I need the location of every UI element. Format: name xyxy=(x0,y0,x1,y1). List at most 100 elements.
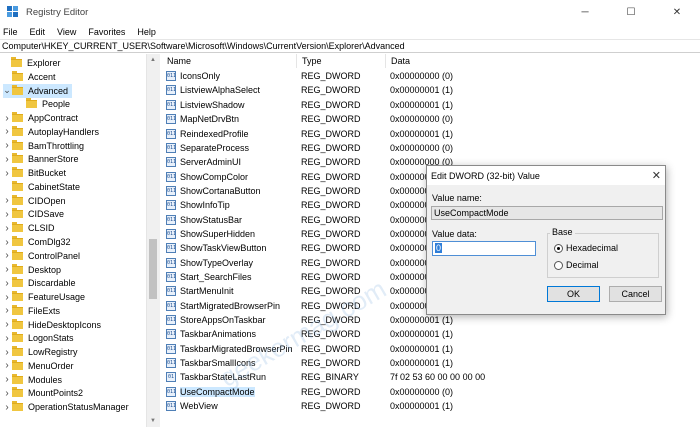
value-name: ServerAdminUI xyxy=(180,157,242,168)
tree-item-bannerstore[interactable]: › BannerStore xyxy=(3,152,83,166)
value-row-reindexedprofile[interactable]: 011 ReindexedProfile REG_DWORD 0x00000001 (… xyxy=(162,126,700,140)
value-row-separateprocess[interactable]: 011 SeparateProcess REG_DWORD 0x00000000 (0… xyxy=(162,141,700,155)
tree-item-accent[interactable]: Accent xyxy=(3,70,60,84)
dialog-close-icon[interactable]: ✕ xyxy=(652,169,661,182)
collapse-arrow-icon[interactable]: ⌄ xyxy=(3,85,11,96)
menu-view[interactable]: View xyxy=(57,27,76,37)
tree-item-controlpanel[interactable]: › ControlPanel xyxy=(3,249,84,263)
tree-item-autoplayhandlers[interactable]: › AutoplayHandlers xyxy=(3,125,103,139)
dword-icon: 011 xyxy=(166,243,176,254)
tree-item-mountpoints2[interactable]: › MountPoints2 xyxy=(3,386,87,400)
value-name: Start_SearchFiles xyxy=(180,272,252,283)
expand-arrow-icon[interactable]: › xyxy=(3,319,11,330)
expand-arrow-icon[interactable]: › xyxy=(3,374,11,385)
registry-editor-icon xyxy=(7,6,19,18)
value-row-mapnetdrvbtn[interactable]: 011 MapNetDrvBtn REG_DWORD 0x00000000 (0) xyxy=(162,112,700,126)
value-name: StartMigratedBrowserPin xyxy=(180,300,281,311)
dialog-title: Edit DWORD (32-bit) Value xyxy=(431,170,540,181)
cancel-button[interactable]: Cancel xyxy=(609,286,662,302)
maximize-button[interactable]: ☐ xyxy=(608,0,654,24)
expand-arrow-icon[interactable]: › xyxy=(3,292,11,303)
value-row-listviewshadow[interactable]: 011 ListviewShadow REG_DWORD 0x00000001 (1) xyxy=(162,98,700,112)
tree-item-bamthrottling[interactable]: › BamThrottling xyxy=(3,139,88,153)
tree-item-featureusage[interactable]: › FeatureUsage xyxy=(3,290,89,304)
tree-item-explorer[interactable]: Explorer xyxy=(2,56,65,70)
value-row-iconsonly[interactable]: 011 IconsOnly REG_DWORD 0x00000000 (0) xyxy=(162,69,700,83)
expand-arrow-icon[interactable]: › xyxy=(3,305,11,316)
ok-button[interactable]: OK xyxy=(547,286,600,302)
expand-arrow-icon[interactable]: › xyxy=(3,195,11,206)
expand-arrow-icon[interactable]: › xyxy=(3,140,11,151)
expand-arrow-icon[interactable]: › xyxy=(3,264,11,275)
hexadecimal-radio[interactable]: Hexadecimal xyxy=(554,243,618,253)
tree-item-logonstats[interactable]: › LogonStats xyxy=(3,331,78,345)
expand-arrow-icon[interactable]: › xyxy=(3,402,11,413)
value-type: REG_DWORD xyxy=(301,243,361,254)
value-type: REG_DWORD xyxy=(301,142,361,153)
expand-arrow-icon[interactable]: › xyxy=(3,154,11,165)
minimize-button[interactable]: ─ xyxy=(562,0,608,24)
value-name: ShowTypeOverlay xyxy=(180,257,254,268)
expand-arrow-icon[interactable]: › xyxy=(3,278,11,289)
tree-item-appcontract[interactable]: › AppContract xyxy=(3,111,82,125)
value-data-input[interactable]: 0 xyxy=(432,241,536,256)
expand-arrow-icon[interactable]: › xyxy=(3,168,11,179)
menu-help[interactable]: Help xyxy=(137,27,156,37)
tree-item-label: Discardable xyxy=(28,278,76,289)
expand-arrow-icon[interactable]: › xyxy=(3,360,11,371)
value-row-storeappsontaskbar[interactable]: 011 StoreAppsOnTaskbar REG_DWORD 0x00000001… xyxy=(162,313,700,327)
dword-icon: 011 xyxy=(166,272,176,283)
dword-icon: 011 xyxy=(166,214,176,225)
value-row-webview[interactable]: 011 WebView REG_DWORD 0x00000001 (1) xyxy=(162,399,700,413)
expand-arrow-icon[interactable]: › xyxy=(3,126,11,137)
tree-item-fileexts[interactable]: › FileExts xyxy=(3,304,64,318)
tree-item-menuorder[interactable]: › MenuOrder xyxy=(3,359,78,373)
tree-item-bitbucket[interactable]: › BitBucket xyxy=(3,166,70,180)
tree-item-cabinetstate[interactable]: CabinetState xyxy=(3,180,84,194)
tree-item-cidopen[interactable]: › CIDOpen xyxy=(3,194,70,208)
column-header-name[interactable]: Name xyxy=(162,54,297,68)
tree-item-hidedesktopicons[interactable]: › HideDesktopIcons xyxy=(3,318,105,332)
value-data: 0x00000001 (1) xyxy=(390,99,454,110)
dword-icon: 011 xyxy=(166,228,176,239)
menu-file[interactable]: File xyxy=(3,27,18,37)
tree-item-label: CLSID xyxy=(28,223,55,234)
value-row-listviewalphaselect[interactable]: 011 ListviewAlphaSelect REG_DWORD 0x0000000… xyxy=(162,83,700,97)
address-bar[interactable]: Computer\HKEY_CURRENT_USER\Software\Micr… xyxy=(0,39,700,53)
tree-item-advanced[interactable]: ⌄ Advanced xyxy=(3,83,73,98)
value-row-taskbaranimations[interactable]: 011 TaskbarAnimations REG_DWORD 0x00000001 … xyxy=(162,327,700,341)
expand-arrow-icon[interactable]: › xyxy=(3,113,11,124)
tree-item-operationstatusmanager[interactable]: › OperationStatusManager xyxy=(3,400,133,414)
tree-item-modules[interactable]: › Modules xyxy=(3,373,66,387)
tree-item-lowregistry[interactable]: › LowRegistry xyxy=(3,345,82,359)
expand-arrow-icon[interactable]: › xyxy=(3,250,11,261)
scroll-down-icon[interactable]: ▼ xyxy=(146,415,160,427)
key-tree: Explorer Accent ⌄ Advanced People › AppContrac… xyxy=(0,54,160,427)
tree-item-clsid[interactable]: › CLSID xyxy=(3,221,59,235)
menu-favorites[interactable]: Favorites xyxy=(88,27,125,37)
value-name: ListviewAlphaSelect xyxy=(180,85,261,96)
close-button[interactable]: ✕ xyxy=(654,0,700,24)
folder-icon xyxy=(12,84,23,95)
value-row-usecompactmode[interactable]: 011 UseCompactMode REG_DWORD 0x00000000 (0) xyxy=(162,385,700,399)
tree-scrollbar-thumb[interactable] xyxy=(149,239,157,299)
tree-item-people[interactable]: People xyxy=(17,97,74,111)
expand-arrow-icon[interactable]: › xyxy=(3,209,11,220)
expand-arrow-icon[interactable]: › xyxy=(3,388,11,399)
value-type: REG_DWORD xyxy=(301,358,361,369)
scroll-up-icon[interactable]: ▲ xyxy=(146,54,160,66)
value-type: REG_DWORD xyxy=(301,185,361,196)
menu-edit[interactable]: Edit xyxy=(30,27,46,37)
tree-item-discardable[interactable]: › Discardable xyxy=(3,276,80,290)
expand-arrow-icon[interactable]: › xyxy=(3,237,11,248)
expand-arrow-icon[interactable]: › xyxy=(3,333,11,344)
tree-item-cidsave[interactable]: › CIDSave xyxy=(3,207,68,221)
value-data-label: Value data: xyxy=(432,229,477,239)
expand-arrow-icon[interactable]: › xyxy=(3,347,11,358)
tree-item-desktop[interactable]: › Desktop xyxy=(3,263,65,277)
decimal-radio[interactable]: Decimal xyxy=(554,260,599,270)
tree-item-comdlg32[interactable]: › ComDlg32 xyxy=(3,235,75,249)
expand-arrow-icon[interactable]: › xyxy=(3,223,11,234)
column-header-type[interactable]: Type xyxy=(297,54,386,68)
column-header-data[interactable]: Data xyxy=(386,54,700,68)
